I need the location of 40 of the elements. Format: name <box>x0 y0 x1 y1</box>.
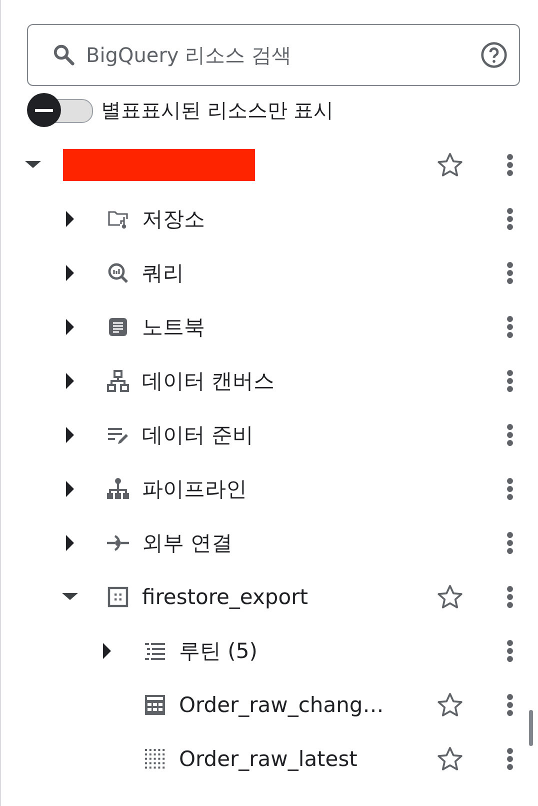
tree-item-label[interactable]: 데이터 준비 <box>142 421 254 449</box>
tree-item-label[interactable]: 외부 연결 <box>142 529 233 557</box>
tree-item-label[interactable]: 데이터 캔버스 <box>142 367 275 395</box>
toggle-label: 별표표시된 리소스만 표시 <box>101 96 334 124</box>
tree-item-label[interactable]: 저장소 <box>142 205 205 233</box>
more-options-icon[interactable] <box>506 369 514 393</box>
hierarchy-icon <box>106 477 130 501</box>
dataset-icon <box>106 585 130 609</box>
table-icon <box>143 693 167 717</box>
star-icon[interactable] <box>436 151 464 179</box>
help-icon[interactable] <box>480 41 508 69</box>
toggle-switch[interactable] <box>27 95 93 125</box>
more-options-icon[interactable] <box>506 315 514 339</box>
notebook-icon <box>106 315 130 339</box>
tree-item-label[interactable]: firestore_export <box>142 585 308 609</box>
tree-item-label[interactable]: Order_raw_latest <box>179 747 358 771</box>
star-icon[interactable] <box>436 691 464 719</box>
tree-item-label[interactable]: 쿼리 <box>142 259 184 287</box>
more-options-icon[interactable] <box>506 693 514 717</box>
tree-item-label[interactable]: 파이프라인 <box>142 475 247 503</box>
search-field[interactable]: BigQuery 리소스 검색 <box>27 24 520 86</box>
more-options-icon[interactable] <box>506 261 514 285</box>
dotted-grid-icon <box>143 747 167 771</box>
more-options-icon[interactable] <box>506 207 514 231</box>
more-options-icon[interactable] <box>506 423 514 447</box>
star-icon[interactable] <box>436 583 464 611</box>
tree-item-label[interactable]: 노트북 <box>142 313 205 341</box>
node-graph-icon <box>106 369 130 393</box>
tree-item-label[interactable]: Order_raw_chang… <box>179 693 384 717</box>
search-icon <box>51 42 77 68</box>
more-options-icon[interactable] <box>506 153 514 177</box>
more-options-icon[interactable] <box>506 639 514 663</box>
query-magnifier-icon <box>106 261 130 285</box>
more-options-icon[interactable] <box>506 747 514 771</box>
more-options-icon[interactable] <box>506 477 514 501</box>
star-icon[interactable] <box>436 745 464 773</box>
scrollbar[interactable] <box>529 710 533 746</box>
more-options-icon[interactable] <box>506 531 514 555</box>
more-options-icon[interactable] <box>506 585 514 609</box>
tree-item-label[interactable]: 루틴 (5) <box>179 637 258 665</box>
